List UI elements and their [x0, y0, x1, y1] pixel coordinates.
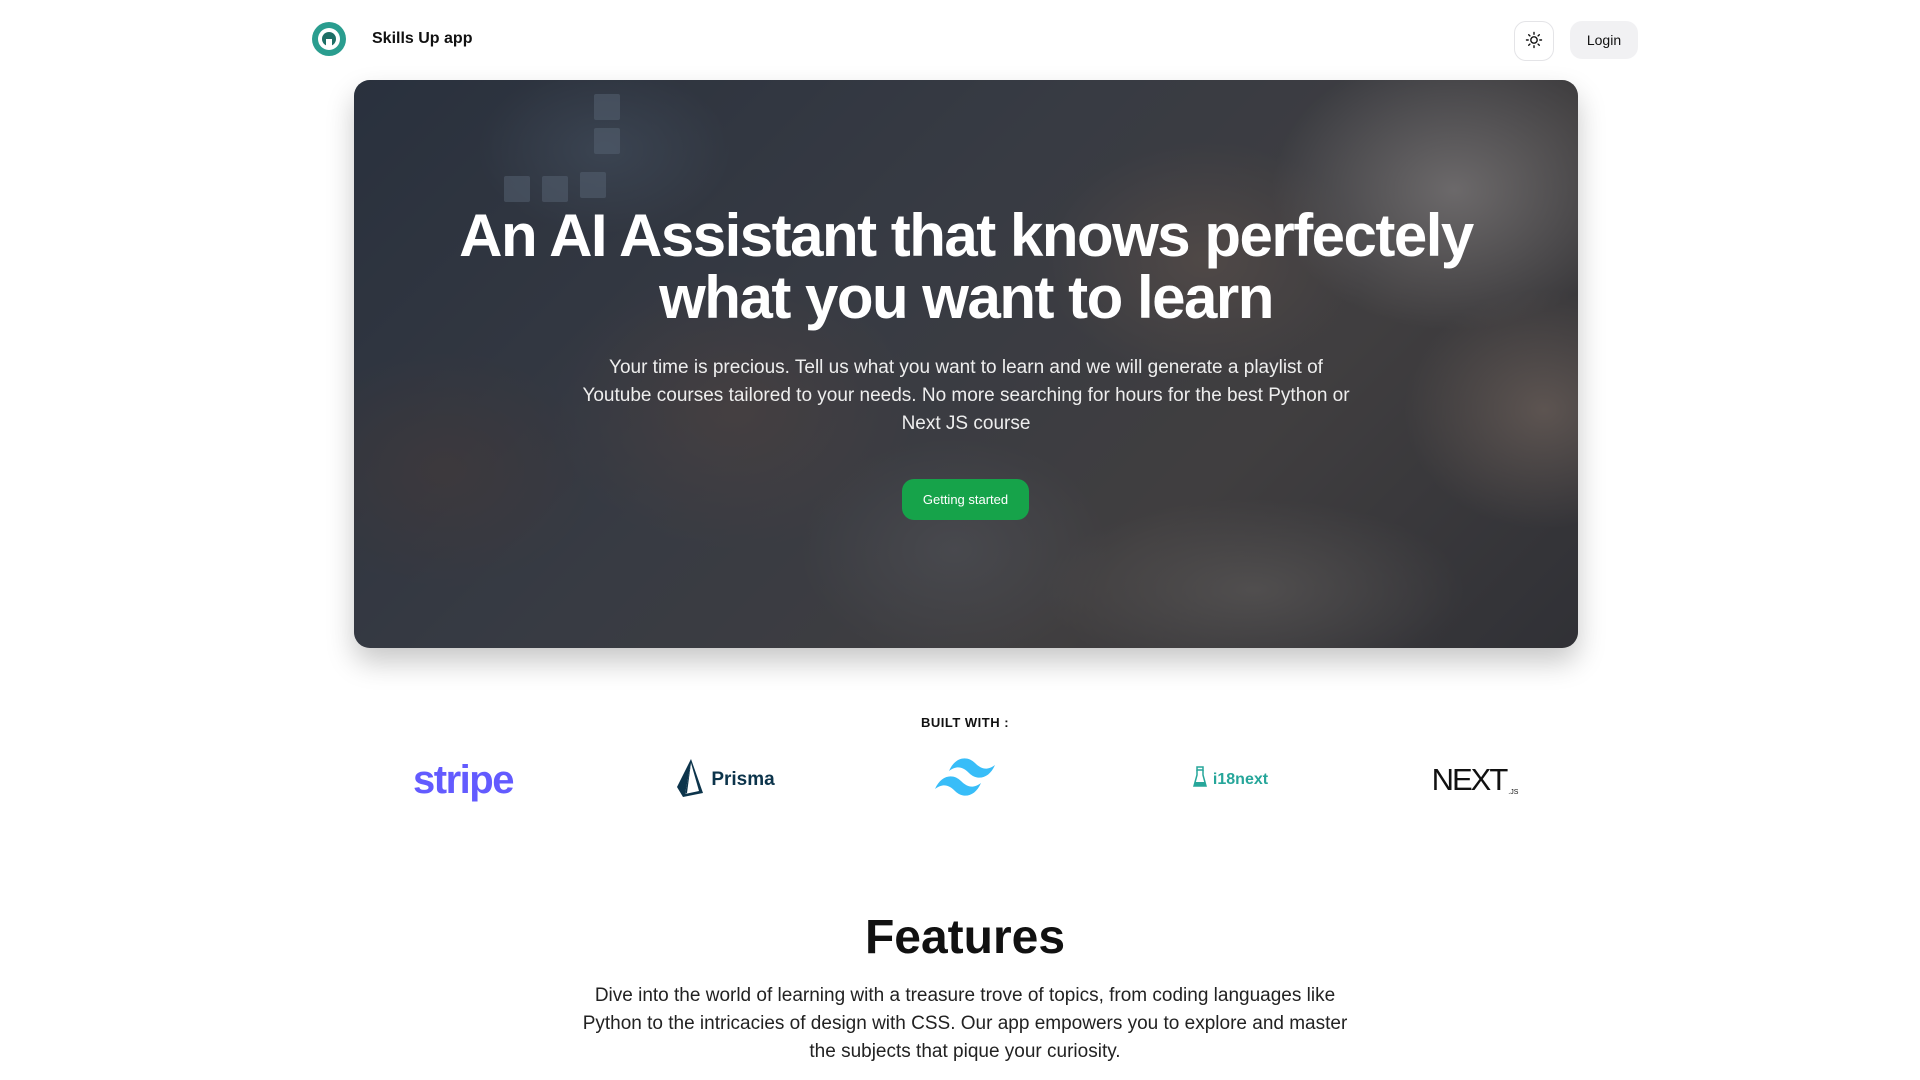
theme-toggle-button[interactable]	[1514, 21, 1554, 61]
prisma-icon	[675, 757, 705, 804]
hero-subtitle: Your time is precious. Tell us what you …	[582, 357, 1350, 434]
prisma-logo: Prisma	[655, 750, 795, 810]
hero-banner: An AI Assistant that knows perfectely wh…	[354, 80, 1578, 648]
tailwind-logo	[920, 750, 1020, 810]
features-description: Dive into the world of learning with a t…	[582, 985, 1348, 1062]
nextjs-logo-suffix: .JS	[1508, 789, 1519, 796]
i18next-logo: i18next	[1170, 750, 1290, 810]
stripe-logo: stripe	[403, 750, 523, 810]
login-button[interactable]: Login	[1570, 21, 1638, 59]
built-with-label: BUILT WITH :	[920, 715, 1010, 730]
nextjs-logo-text: NEXT	[1431, 762, 1509, 797]
hero-title: An AI Assistant that knows perfectely wh…	[459, 202, 1474, 331]
sun-icon	[1525, 31, 1543, 52]
stripe-logo-text: stripe	[413, 757, 514, 802]
nextjs-logo: NEXT .JS	[1420, 750, 1530, 810]
getting-started-button[interactable]: Getting started	[902, 479, 1029, 520]
skills-up-logo-icon[interactable]	[311, 21, 347, 57]
features-heading: Features	[864, 911, 1066, 964]
brand-name[interactable]: Skills Up app	[372, 30, 472, 48]
flask-icon	[1192, 765, 1208, 795]
prisma-logo-text: Prisma	[711, 769, 775, 790]
tailwind-icon	[929, 753, 1011, 808]
top-navbar: Skills Up app Login	[0, 0, 1920, 80]
i18next-logo-text: i18next	[1212, 771, 1269, 788]
